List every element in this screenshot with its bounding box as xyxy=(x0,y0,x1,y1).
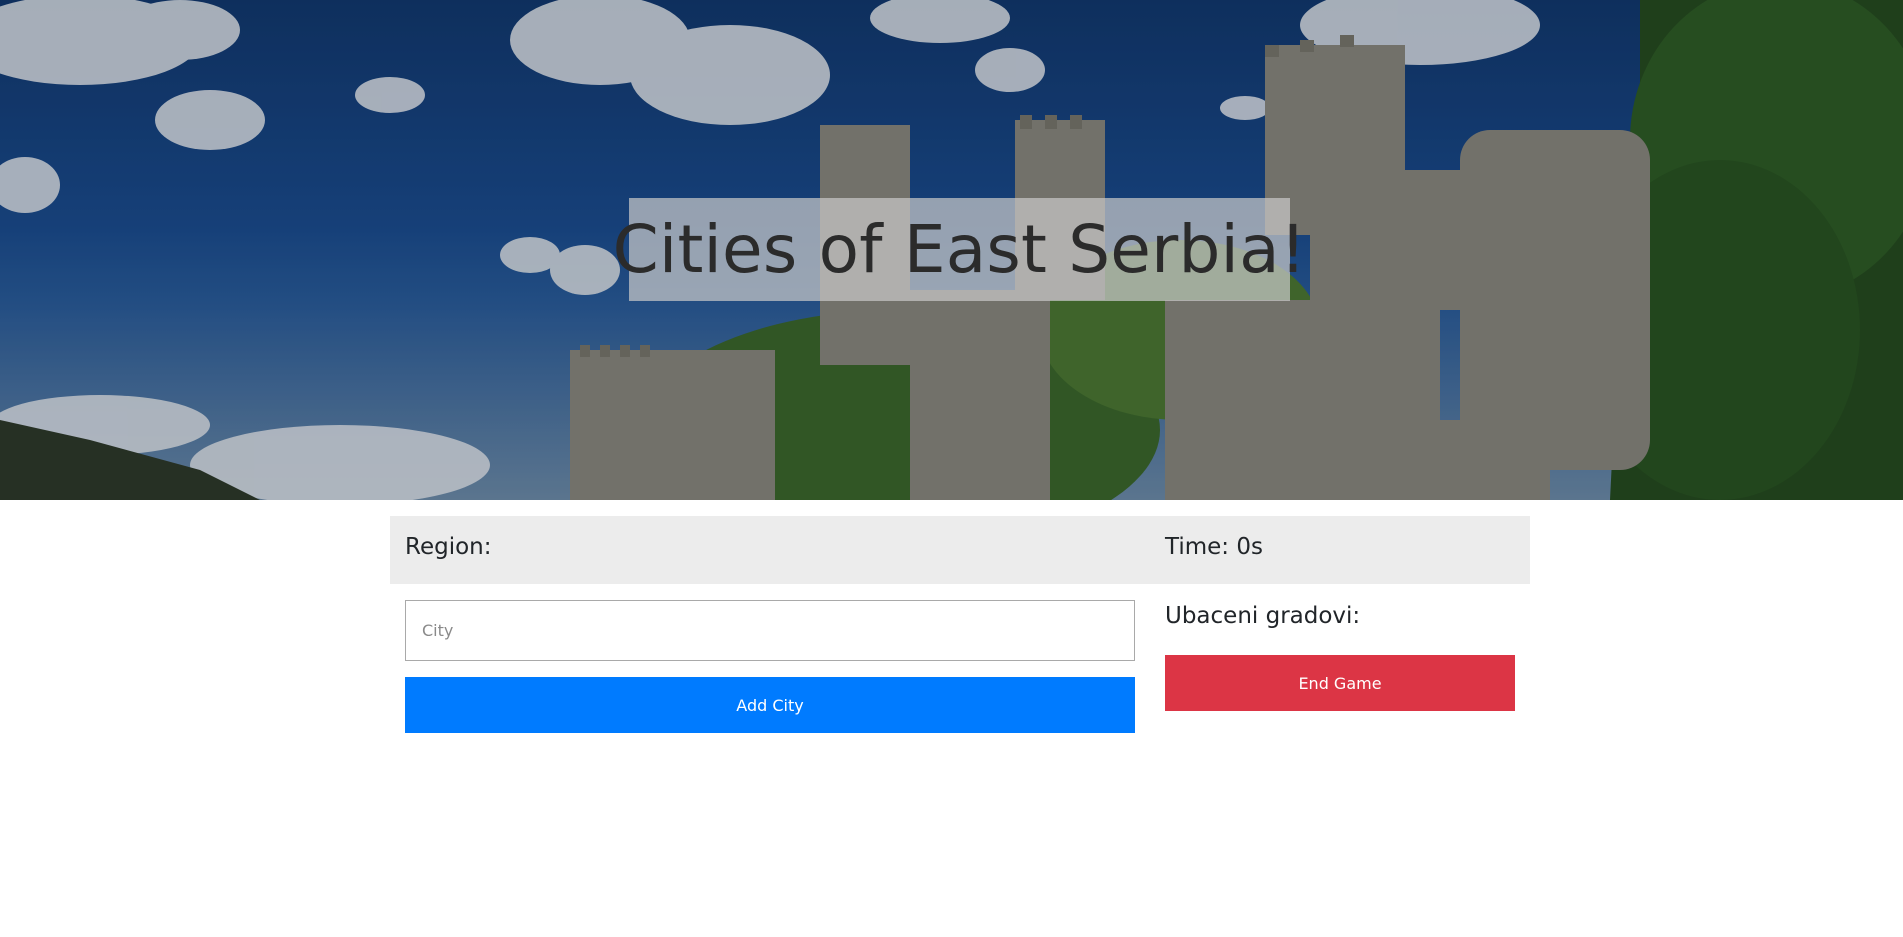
add-city-button[interactable]: Add City xyxy=(405,677,1135,733)
status-bar: Region: Time: 0s xyxy=(390,516,1530,584)
page-title: Cities of East Serbia! xyxy=(612,211,1307,288)
inserted-cities-heading: Ubaceni gradovi: xyxy=(1165,603,1361,629)
title-box: Cities of East Serbia! xyxy=(613,198,1306,301)
timer-label: Time: 0s xyxy=(1165,534,1263,560)
game-panel: Region: Time: 0s Add City Ubaceni gradov… xyxy=(390,516,1530,733)
end-game-button[interactable]: End Game xyxy=(1165,655,1515,711)
inserted-cities-panel: Ubaceni gradovi: End Game xyxy=(1165,600,1515,711)
city-input[interactable] xyxy=(405,600,1135,661)
city-form: Add City xyxy=(405,600,1135,733)
hero-banner: Cities of East Serbia! xyxy=(0,0,1903,500)
region-label: Region: xyxy=(405,534,492,560)
